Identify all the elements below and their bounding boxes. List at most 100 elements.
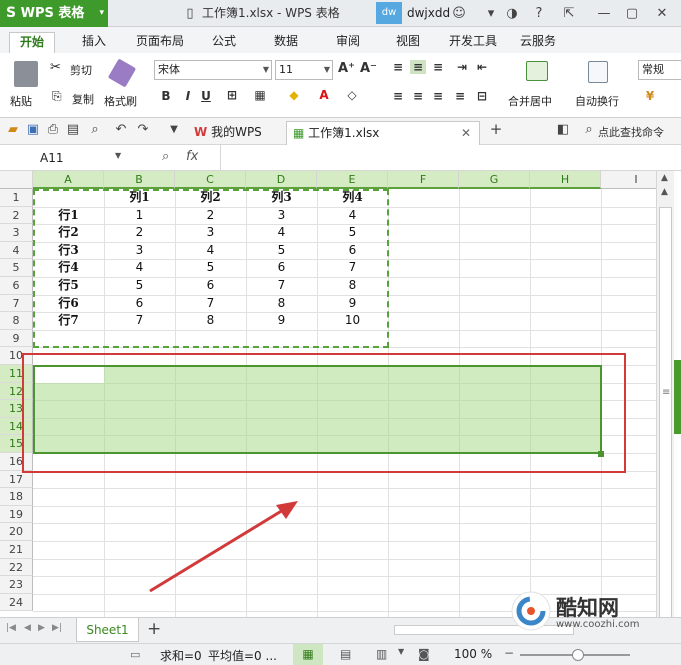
clear-format-icon[interactable]: ◇ (344, 88, 360, 102)
row-header-1[interactable]: 1 (0, 189, 33, 207)
reading-mode-icon[interactable]: ◙ (418, 647, 430, 661)
redo-icon[interactable]: ↷ (136, 116, 150, 143)
pin-icon[interactable]: ◧ (556, 116, 570, 143)
preview-icon[interactable]: ⌕ (88, 116, 102, 143)
column-header-d[interactable]: D (246, 171, 317, 189)
row-header-22[interactable]: 22 (0, 558, 33, 577)
help-icon[interactable]: ? (530, 0, 548, 27)
column-header-b[interactable]: B (104, 171, 175, 189)
row-header-19[interactable]: 19 (0, 505, 33, 524)
save-icon[interactable]: ▣ (26, 116, 40, 143)
merge-center-button[interactable]: 合并居中 (508, 93, 552, 109)
row-header-5[interactable]: 5 (0, 259, 33, 277)
distribute-icon[interactable]: ⊟ (474, 89, 490, 103)
tab-page-layout[interactable]: 页面布局 (136, 32, 184, 53)
column-header-c[interactable]: C (175, 171, 246, 189)
column-header-a[interactable]: A (33, 171, 104, 189)
fullscreen-icon[interactable]: ⇱ (560, 0, 578, 27)
avatar[interactable]: dw (376, 2, 402, 24)
tab-workbook[interactable]: ▦ 工作簿1.xlsx ✕ (286, 121, 480, 145)
column-header-i[interactable]: I (601, 171, 656, 189)
format-painter-button[interactable]: 格式刷 (104, 93, 137, 109)
side-panel-toggle[interactable] (674, 360, 681, 434)
align-bottom-icon[interactable]: ≡ (430, 60, 446, 74)
chevron-down-icon[interactable]: ▼ (398, 647, 404, 656)
open-folder-icon[interactable]: ▰ (6, 116, 20, 143)
font-name-select[interactable]: 宋体 ▼ (154, 60, 272, 80)
column-header-e[interactable]: E (317, 171, 388, 189)
tab-developer[interactable]: 开发工具 (449, 32, 497, 53)
wrap-text-button[interactable]: 自动换行 (575, 93, 619, 109)
next-sheet-icon[interactable]: ▶ (38, 623, 45, 633)
spreadsheet-grid[interactable]: A B C D E F G H I 1 2 3 4 5 6 7 8 9 10 11 12 13 14 15 1… (0, 171, 656, 617)
add-tab-icon[interactable]: + (488, 116, 504, 143)
scrollbar-thumb[interactable] (659, 207, 672, 627)
tab-formulas[interactable]: 公式 (212, 32, 236, 53)
row-header-6[interactable]: 6 (0, 277, 33, 295)
row-header-4[interactable]: 4 (0, 241, 33, 260)
normal-view-icon[interactable]: ▦ (293, 644, 323, 665)
bold-button[interactable]: B (158, 89, 174, 103)
increase-font-icon[interactable]: A⁺ (338, 61, 355, 76)
copy-button[interactable]: 复制 (72, 91, 94, 107)
number-format-select[interactable]: 常规 (638, 60, 681, 80)
row-header-2[interactable]: 2 (0, 206, 33, 225)
outdent-icon[interactable]: ⇤ (474, 60, 490, 74)
tab-home[interactable]: 开始 (9, 32, 56, 53)
row-header-24[interactable]: 24 (0, 593, 33, 612)
zoom-icon[interactable]: ⌕ (162, 149, 169, 164)
close-icon[interactable]: ✕ (461, 122, 471, 144)
column-header-f[interactable]: F (388, 171, 459, 189)
zoom-out-icon[interactable]: − (504, 646, 514, 660)
row-header-9[interactable]: 9 (0, 329, 33, 348)
paste-icon[interactable] (14, 61, 38, 87)
row-header-8[interactable]: 8 (0, 312, 33, 330)
row-header-17[interactable]: 17 (0, 470, 33, 489)
formula-input[interactable] (220, 145, 681, 171)
column-header-h[interactable]: H (530, 171, 601, 189)
row-header-20[interactable]: 20 (0, 523, 33, 541)
app-menu-button[interactable]: S WPS 表格 ▾ (0, 0, 108, 27)
page-break-view-icon[interactable]: ▥ (376, 647, 387, 661)
indent-icon[interactable]: ⇥ (454, 60, 470, 74)
border-icon[interactable]: ⊞ (224, 88, 240, 102)
undo-icon[interactable]: ↶ (114, 116, 128, 143)
chevron-down-icon[interactable]: ▼ (168, 116, 180, 143)
prev-sheet-icon[interactable]: ◀ (24, 623, 31, 633)
last-sheet-icon[interactable]: ▶| (52, 623, 62, 633)
font-color-icon[interactable]: A (316, 88, 332, 102)
chevron-down-icon[interactable]: ▾ (484, 0, 498, 27)
align-middle-icon[interactable]: ≡ (410, 60, 426, 74)
merge-border-icon[interactable]: ▦ (252, 88, 268, 102)
align-right-icon[interactable]: ≡ (430, 89, 446, 103)
scroll-up-icon[interactable]: ▲ (661, 173, 668, 183)
underline-button[interactable]: U (198, 89, 214, 103)
sheet-tab-sheet1[interactable]: Sheet1 (76, 618, 139, 642)
align-center-icon[interactable]: ≡ (410, 89, 426, 103)
print-preview-icon[interactable]: ⎙ (46, 116, 60, 143)
font-size-select[interactable]: 11 ▼ (275, 60, 333, 80)
share-icon[interactable]: ◑ (504, 0, 520, 27)
command-search[interactable]: 点此查找命令 (598, 124, 664, 140)
macro-icon[interactable]: ▭ (130, 648, 140, 661)
tab-view[interactable]: 视图 (396, 32, 420, 53)
tab-review[interactable]: 审阅 (336, 32, 360, 53)
row-header-21[interactable]: 21 (0, 541, 33, 559)
minimize-icon[interactable]: — (594, 0, 614, 27)
page-layout-view-icon[interactable]: ▤ (340, 647, 351, 661)
vertical-scrollbar[interactable]: ▲ ▲ ≡ (656, 171, 674, 627)
tab-cloud[interactable]: 云服务 (520, 32, 556, 53)
maximize-icon[interactable]: ▢ (622, 0, 642, 27)
scroll-up-icon[interactable]: ▲ (661, 187, 668, 197)
row-header-23[interactable]: 23 (0, 576, 33, 594)
user-name[interactable]: dwjxdd (407, 0, 450, 27)
row-header-7[interactable]: 7 (0, 294, 33, 313)
paste-button[interactable]: 粘贴 (10, 93, 32, 109)
zoom-slider-handle[interactable] (572, 649, 584, 661)
justify-icon[interactable]: ≡ (452, 89, 468, 103)
tab-my-wps[interactable]: W 我的WPS (188, 121, 284, 145)
select-all-corner[interactable] (0, 171, 33, 189)
row-header-3[interactable]: 3 (0, 224, 33, 242)
skin-icon[interactable]: ☺ (451, 0, 467, 27)
align-left-icon[interactable]: ≡ (390, 89, 406, 103)
